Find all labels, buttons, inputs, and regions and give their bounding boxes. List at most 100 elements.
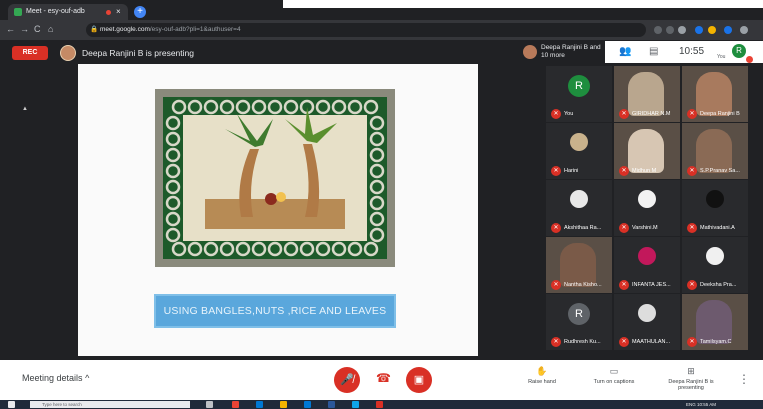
participant-tile[interactable]: ✕ GIRIDHAR N.M	[614, 66, 680, 122]
muted-mic-icon: ✕	[551, 337, 561, 347]
others-avatar	[523, 45, 537, 59]
participant-name: MAATHULAN...	[632, 339, 671, 345]
participant-tile[interactable]: ✕ Harini	[546, 123, 612, 179]
more-options-icon[interactable]: ⋮	[738, 372, 750, 386]
meeting-details-button[interactable]: Meeting details ^	[22, 373, 89, 383]
browser-tab[interactable]: Meet - esy-ouf-adb ×	[8, 4, 128, 20]
edge-taskbar-icon[interactable]	[256, 401, 263, 408]
tab-close-icon[interactable]: ×	[116, 4, 121, 20]
word-taskbar-icon[interactable]	[328, 401, 335, 408]
bangle	[267, 241, 283, 257]
participant-tile[interactable]: ✕ Akshithaa Ra...	[546, 180, 612, 236]
meet-window: REC Deepa Ranjini B is presenting Deepa …	[0, 40, 763, 360]
puzzle-icon[interactable]	[708, 26, 716, 34]
bangle	[369, 179, 385, 195]
bangle	[363, 241, 379, 257]
files-taskbar-icon[interactable]	[280, 401, 287, 408]
app2-taskbar-icon[interactable]	[376, 401, 383, 408]
participant-tile[interactable]: ✕ Deeksha Pra...	[682, 237, 748, 293]
muted-mic-icon: ✕	[687, 166, 697, 176]
bangle	[165, 195, 181, 211]
app-taskbar-icon[interactable]	[352, 401, 359, 408]
camera-icon[interactable]	[654, 26, 662, 34]
url-path: /esy-ouf-adb?pli=1&authuser=4	[149, 26, 241, 33]
account-icon[interactable]	[724, 26, 732, 34]
participant-tile[interactable]: ✕ INFANTA JES...	[614, 237, 680, 293]
meeting-clock: 10:55	[679, 46, 705, 57]
meet-favicon-icon	[14, 8, 22, 16]
camera-off-button[interactable]: ▣	[406, 367, 432, 393]
participant-tile[interactable]: ✕ MAATHULAN...	[614, 294, 680, 350]
bangle	[165, 147, 181, 163]
task-view-icon[interactable]	[206, 401, 213, 408]
menu-icon[interactable]	[740, 26, 748, 34]
star-icon[interactable]	[678, 26, 686, 34]
participant-video	[696, 72, 732, 116]
mouse-cursor-icon: ▲	[22, 106, 28, 112]
muted-mic-icon: ✕	[551, 109, 561, 119]
muted-mic-icon: ✕	[551, 166, 561, 176]
participant-name: Mathivadani.A	[700, 225, 735, 231]
muted-mic-icon: ✕	[619, 166, 629, 176]
participant-tile[interactable]: ✕ Deepa Ranjini B	[682, 66, 748, 122]
new-tab-button[interactable]: +	[134, 6, 146, 18]
present-button[interactable]: ⊞ Deepa Ranjini B is presenting	[664, 366, 718, 391]
participant-name: You	[564, 111, 574, 117]
meeting-controls-bar: Meeting details ^ 🎤̸ ☎ ▣ ✋ Raise hand ▭ …	[0, 360, 763, 400]
participant-tile[interactable]: ✕ Nantha Kisho...	[546, 237, 612, 293]
participant-name: S.P.Pranav Sa...	[700, 168, 740, 174]
slide-caption: USING BANGLES,NUTS ,RICE AND LEAVES	[154, 294, 396, 328]
bangle	[369, 131, 385, 147]
taskbar-search-input[interactable]: Type here to search	[30, 401, 190, 408]
participant-video	[696, 129, 732, 173]
taskbar-clock[interactable]: 10:55 AM	[697, 402, 716, 407]
store-taskbar-icon[interactable]	[304, 401, 311, 408]
participant-avatar: R	[568, 303, 590, 325]
participant-tile[interactable]: R ✕ Rudhresh Ku...	[546, 294, 612, 350]
chat-icon[interactable]: ▤	[649, 46, 658, 57]
participant-name: INFANTA JES...	[632, 282, 671, 288]
url-input[interactable]: 🔒 meet.google.com/esy-ouf-adb?pli=1&auth…	[86, 23, 646, 37]
mic-off-button[interactable]: 🎤̸	[334, 367, 360, 393]
participant-tile[interactable]: ✕ Midhun M	[614, 123, 680, 179]
forward-icon[interactable]: →	[20, 24, 29, 34]
address-bar-row: ← → C ⌂ 🔒 meet.google.com/esy-ouf-adb?pl…	[0, 20, 763, 40]
bangle	[203, 241, 219, 257]
language-indicator[interactable]: ENG	[686, 402, 696, 407]
bangle	[363, 99, 379, 115]
chevron-up-icon: ^	[85, 373, 90, 383]
back-icon[interactable]: ←	[6, 24, 15, 34]
chrome-taskbar-icon[interactable]	[232, 401, 239, 408]
home-icon[interactable]: ⌂	[48, 24, 53, 34]
others-text[interactable]: Deepa Ranjini B and 10 more	[541, 44, 601, 60]
participant-tile[interactable]: ✕ Varshini.M	[614, 180, 680, 236]
participant-tile[interactable]: ✕ Mathivadani.A	[682, 180, 748, 236]
bangle	[331, 241, 347, 257]
top-right-panel: 👥 ▤ 10:55 You R	[605, 41, 763, 63]
extension-icon[interactable]	[666, 26, 674, 34]
hang-up-button[interactable]: ☎	[376, 371, 391, 385]
raise-hand-button[interactable]: ✋ Raise hand	[522, 366, 562, 385]
captions-button[interactable]: ▭ Turn on captions	[584, 366, 644, 385]
participant-name: Midhun M	[632, 168, 657, 174]
participant-name: Akshithaa Ra...	[564, 225, 602, 231]
bangle	[283, 241, 299, 257]
self-avatar[interactable]: R	[732, 44, 746, 58]
system-tray: ENG 10:55 AM	[686, 400, 716, 409]
windows-start-icon[interactable]	[8, 401, 15, 408]
participant-tile[interactable]: ✕ Tamilsyam.C	[682, 294, 748, 350]
bangle	[165, 179, 181, 195]
people-icon[interactable]: 👥	[619, 46, 631, 57]
participant-tile[interactable]: R ✕ You	[546, 66, 612, 122]
bangle	[165, 227, 181, 243]
hand-icon: ✋	[536, 366, 548, 376]
presenter-avatar	[60, 45, 76, 61]
participant-tile[interactable]: ✕ S.P.Pranav Sa...	[682, 123, 748, 179]
participant-avatar	[570, 133, 588, 151]
participant-video	[628, 72, 664, 116]
participant-name: Varshini.M	[632, 225, 658, 231]
reload-icon[interactable]: C	[34, 24, 41, 34]
browser-chrome: Meet - esy-ouf-adb × + ← → C ⌂ 🔒 meet.go…	[0, 0, 763, 40]
profile-extension-icon[interactable]	[695, 26, 703, 34]
bangle	[369, 163, 385, 179]
